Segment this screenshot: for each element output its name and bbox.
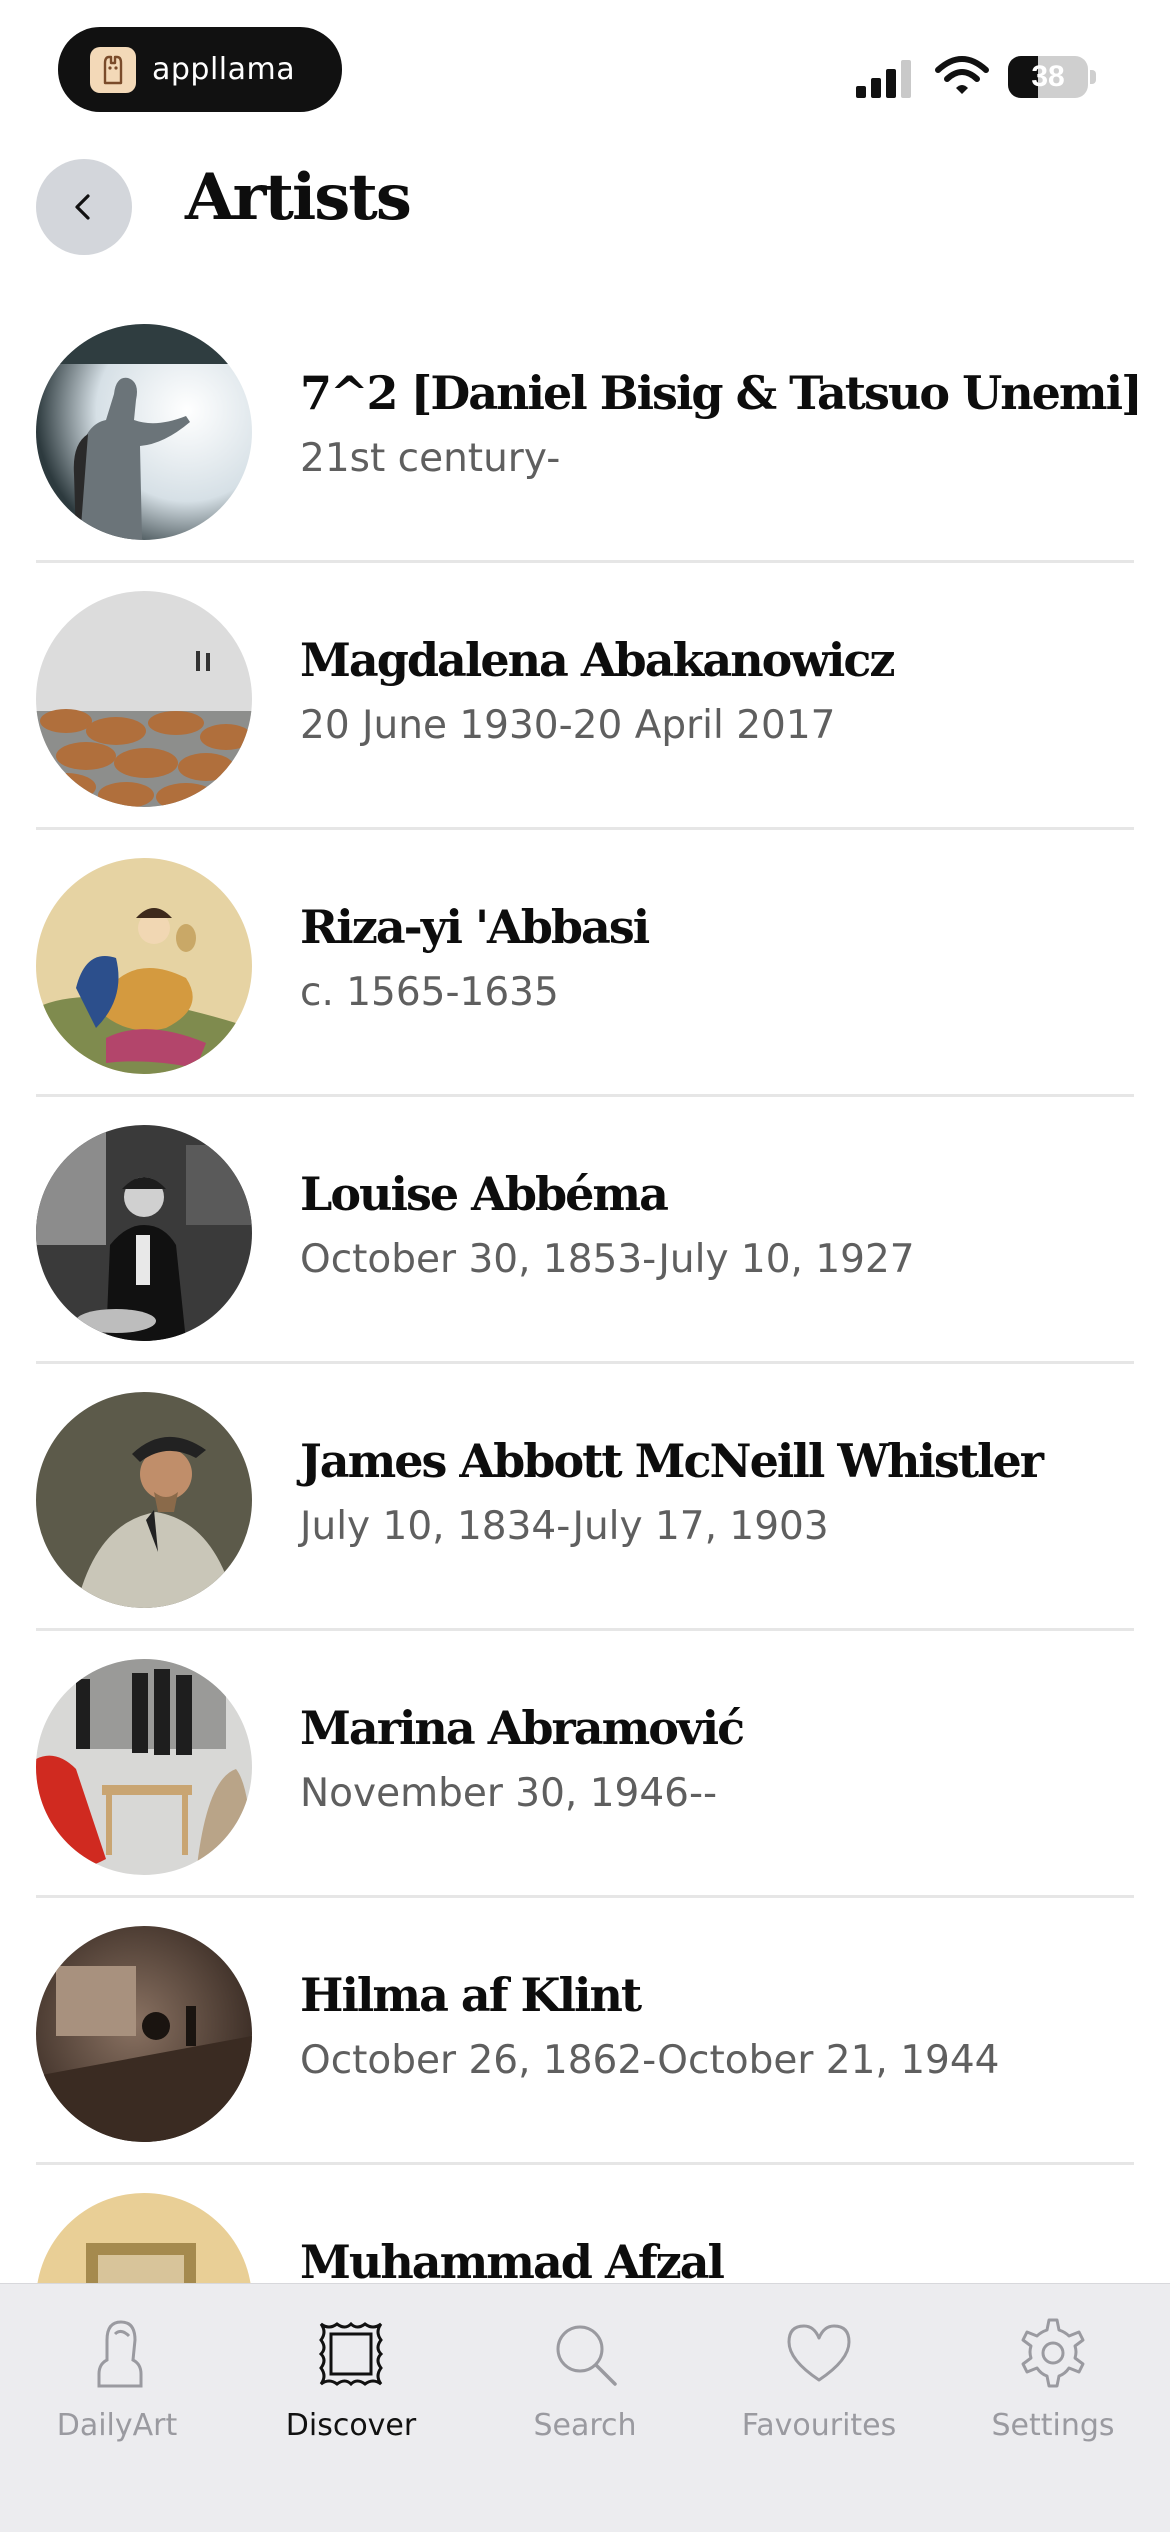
artist-row[interactable]: 7^2 [Daniel Bisig & Tatsuo Unemi] 21st c…	[0, 318, 1170, 585]
app-name: appllama	[152, 52, 296, 87]
tab-bar: DailyArt Discover Search Favourites Sett…	[0, 2283, 1170, 2532]
tab-label: DailyArt	[56, 2408, 178, 2443]
artist-name: James Abbott McNeill Whistler	[300, 1434, 1044, 1488]
artist-dates: October 30, 1853-July 10, 1927	[300, 1237, 915, 1282]
wifi-icon	[935, 56, 989, 94]
search-icon	[556, 2325, 617, 2386]
artist-name: Hilma af Klint	[300, 1968, 642, 2022]
bust-icon	[97, 2320, 143, 2388]
artist-dates: 20 June 1930-20 April 2017	[300, 703, 836, 748]
frame-icon	[318, 2321, 384, 2387]
artist-avatar	[36, 858, 252, 1074]
artist-dates: October 26, 1862-October 21, 1944	[300, 2038, 1000, 2083]
artist-name: Magdalena Abakanowicz	[300, 633, 896, 687]
artist-name: Muhammad Afzal	[300, 2235, 725, 2289]
artist-name: 7^2 [Daniel Bisig & Tatsuo Unemi]	[300, 366, 1143, 420]
row-divider	[36, 2162, 1134, 2165]
artist-row[interactable]: James Abbott McNeill Whistler July 10, 1…	[0, 1386, 1170, 1653]
artist-dates: 21st century-	[300, 436, 561, 481]
artist-row[interactable]: Louise Abbéma October 30, 1853-July 10, …	[0, 1119, 1170, 1386]
artist-avatar	[36, 1392, 252, 1608]
heart-icon	[787, 2324, 851, 2382]
tab-settings[interactable]: Settings	[936, 2304, 1170, 2464]
row-divider	[36, 560, 1134, 563]
artist-name: Riza-yi 'Abbasi	[300, 900, 650, 954]
artist-row[interactable]: Magdalena Abakanowicz 20 June 1930-20 Ap…	[0, 585, 1170, 852]
artist-name: Louise Abbéma	[300, 1167, 669, 1221]
artist-dates: c. 1565-1635	[300, 970, 559, 1015]
artist-row[interactable]: Riza-yi 'Abbasi c. 1565-1635	[0, 852, 1170, 1119]
tab-label: Settings	[991, 2408, 1115, 2443]
tab-discover[interactable]: Discover	[234, 2304, 468, 2464]
tab-label: Search	[533, 2408, 637, 2443]
status-bar: appllama 38	[0, 0, 1170, 130]
cellular-signal-icon	[856, 60, 911, 98]
tab-favourites[interactable]: Favourites	[702, 2304, 936, 2464]
artist-name: Marina Abramović	[300, 1701, 745, 1755]
row-divider	[36, 827, 1134, 830]
tab-label: Discover	[285, 2408, 417, 2443]
row-divider	[36, 1361, 1134, 1364]
app-pill[interactable]: appllama	[58, 27, 342, 112]
artist-avatar	[36, 591, 252, 807]
artist-avatar	[36, 1926, 252, 2142]
artist-dates: November 30, 1946--	[300, 1771, 718, 1816]
tab-label: Favourites	[741, 2408, 897, 2443]
tab-dailyart[interactable]: DailyArt	[0, 2304, 234, 2464]
artist-avatar	[36, 1659, 252, 1875]
row-divider	[36, 1628, 1134, 1631]
chevron-left-icon	[75, 194, 90, 220]
artist-row[interactable]: Marina Abramović November 30, 1946--	[0, 1653, 1170, 1920]
artist-row[interactable]: Hilma af Klint October 26, 1862-October …	[0, 1920, 1170, 2187]
row-divider	[36, 1895, 1134, 1898]
page-title: Artists	[185, 160, 412, 235]
battery-percent: 38	[1031, 60, 1065, 93]
artist-avatar	[36, 324, 252, 540]
gear-icon	[1021, 2318, 1085, 2388]
artist-avatar	[36, 1125, 252, 1341]
artist-list: 7^2 [Daniel Bisig & Tatsuo Unemi] 21st c…	[0, 318, 1170, 2454]
artist-dates: July 10, 1834-July 17, 1903	[300, 1504, 829, 1549]
tab-search[interactable]: Search	[468, 2304, 702, 2464]
back-button[interactable]	[36, 159, 132, 255]
llama-logo-icon	[90, 46, 136, 93]
row-divider	[36, 1094, 1134, 1097]
battery-indicator: 38	[1008, 56, 1096, 98]
